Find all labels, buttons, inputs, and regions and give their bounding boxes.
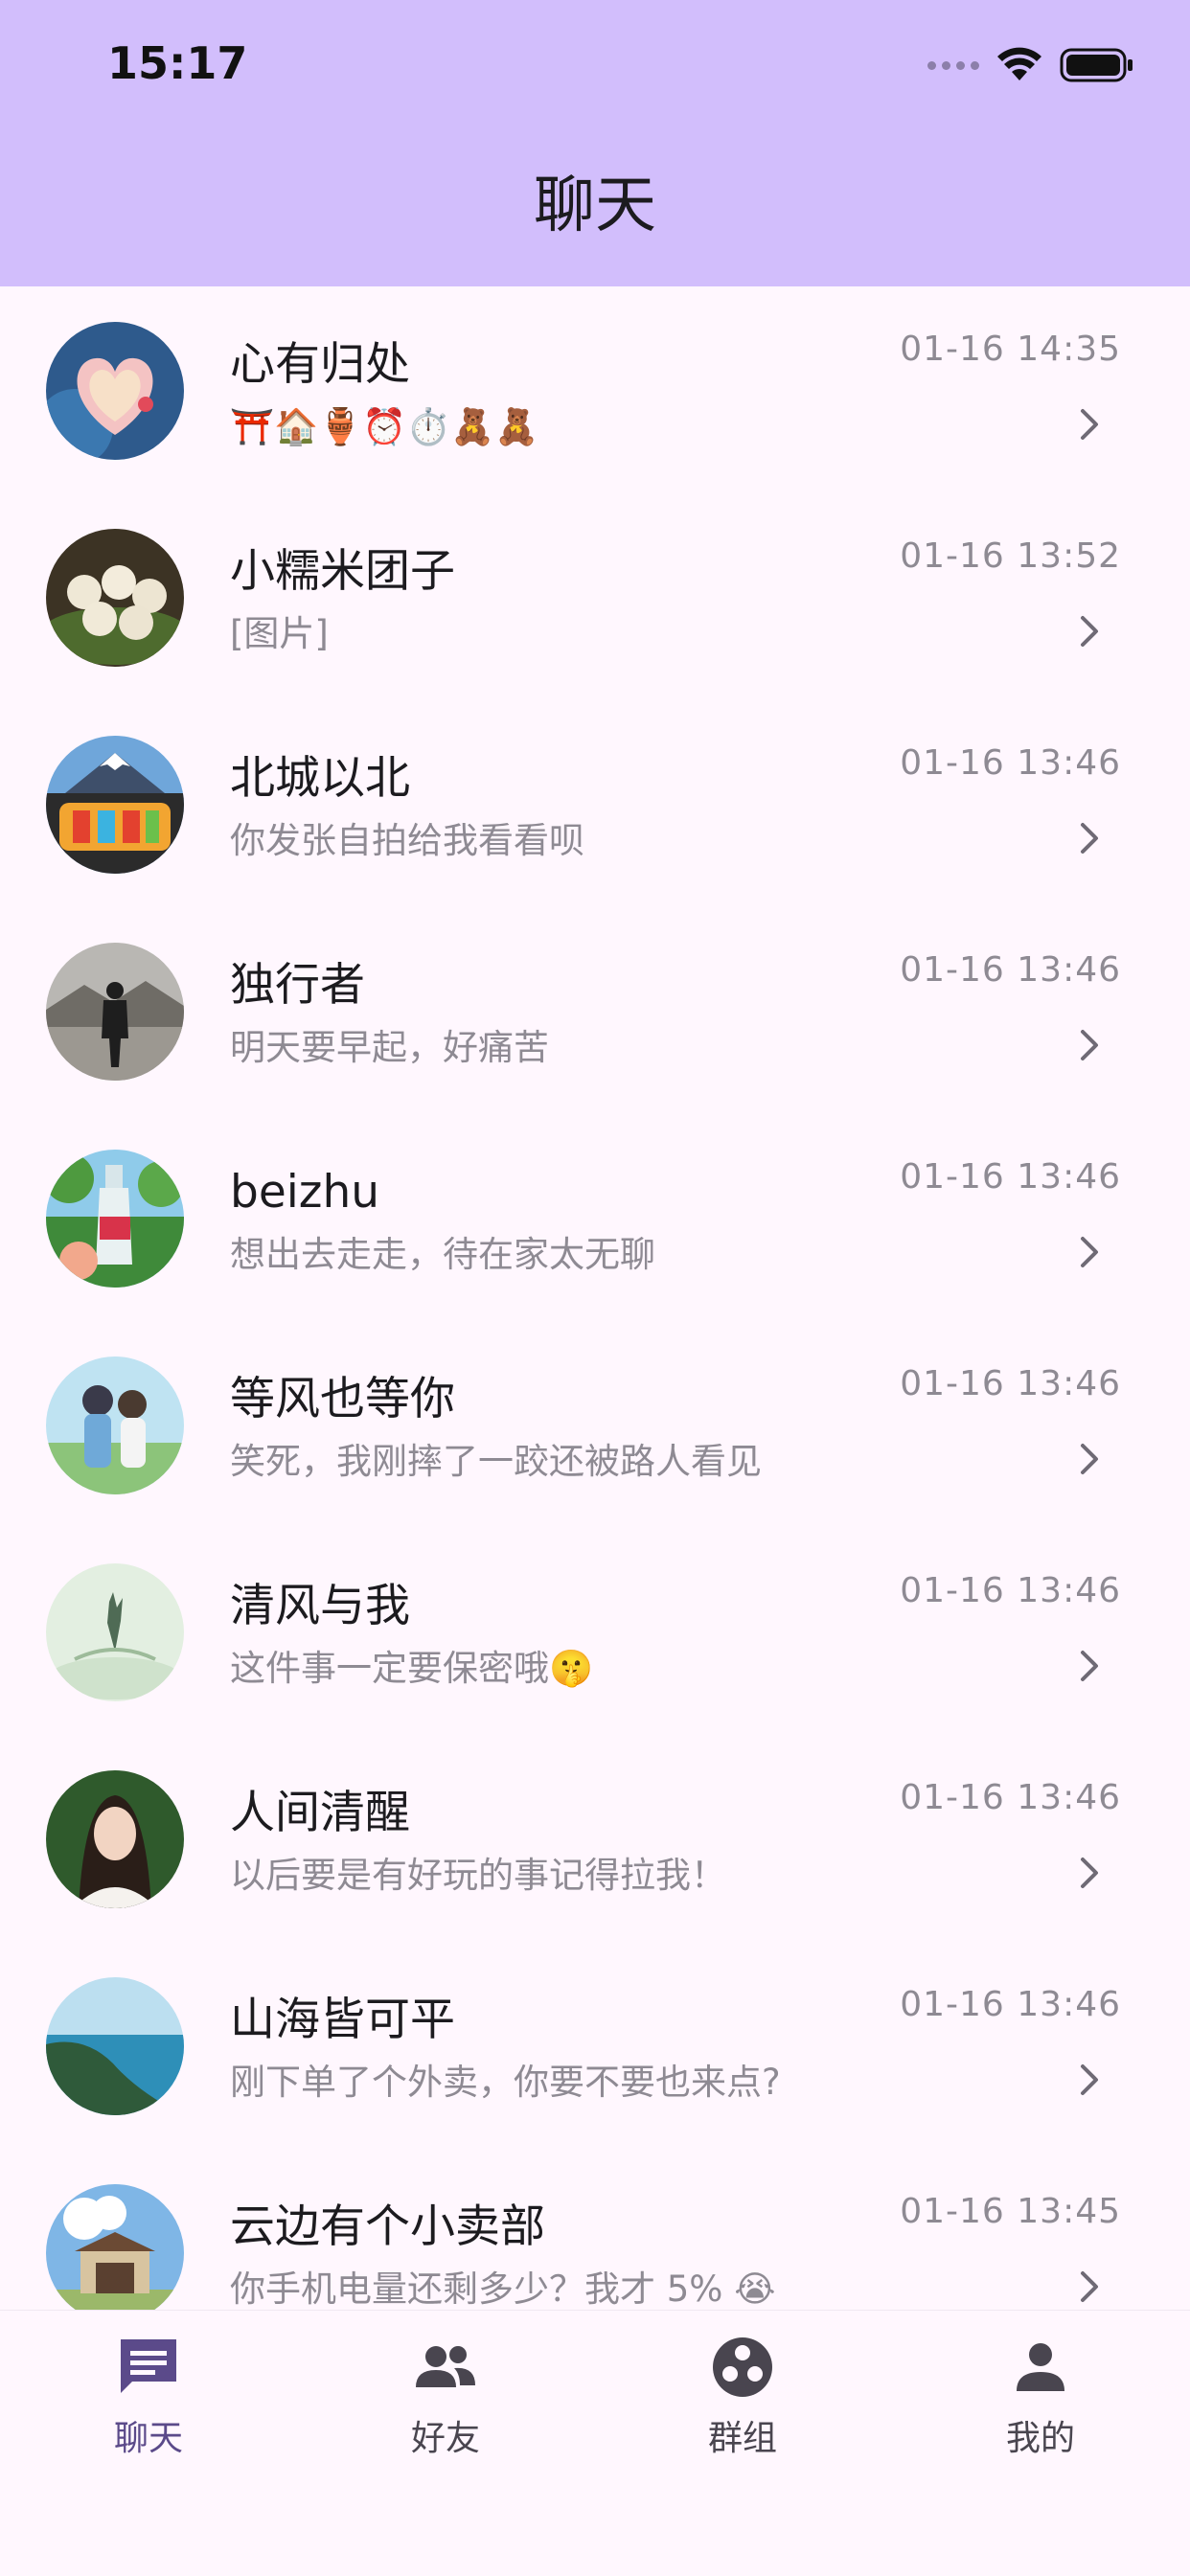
tab-groups[interactable]: 群组	[647, 2334, 838, 2460]
wifi-icon	[996, 46, 1042, 84]
chevron-right-icon	[1081, 1651, 1098, 1681]
tab-label: 我的	[1005, 2419, 1075, 2458]
chat-time: 01-16 13:46	[900, 950, 1121, 990]
chat-row[interactable]: 北城以北 你发张自拍给我看看呗 01-16 13:46	[0, 700, 1190, 907]
chat-name: 心有归处	[230, 338, 410, 391]
chat-time: 01-16 13:45	[900, 2192, 1121, 2231]
chat-name: 清风与我	[230, 1580, 410, 1632]
chat-row[interactable]: 人间清醒 以后要是有好玩的事记得拉我！ 01-16 13:46	[0, 1735, 1190, 1942]
chat-name: 北城以北	[230, 752, 410, 805]
group-icon	[713, 2337, 772, 2397]
chat-list: 心有归处 ⛩️🏠🏺⏰⏱️🧸🧸 01-16 14:35 小糯米团子 [图片] 01…	[0, 286, 1190, 2310]
chat-row[interactable]: 独行者 明天要早起，好痛苦 01-16 13:46	[0, 907, 1190, 1114]
chat-time: 01-16 13:46	[900, 1157, 1121, 1197]
app-header: 15:17 聊天	[0, 0, 1190, 286]
lone-man-avatar	[46, 943, 184, 1081]
ink-painting-avatar	[46, 1563, 184, 1701]
chat-time: 01-16 13:52	[900, 536, 1121, 576]
chat-time: 01-16 13:46	[900, 1571, 1121, 1610]
chat-row[interactable]: 等风也等你 笑死，我刚摔了一跤还被路人看见 01-16 13:46	[0, 1321, 1190, 1528]
chevron-right-icon	[1081, 1444, 1098, 1474]
chat-preview: 你发张自拍给我看看呗	[230, 820, 584, 861]
chat-row[interactable]: 山海皆可平 刚下单了个外卖，你要不要也来点? 01-16 13:46	[0, 1942, 1190, 2149]
tab-profile[interactable]: 我的	[945, 2334, 1136, 2460]
friends-icon	[416, 2346, 475, 2387]
tab-label: 群组	[707, 2419, 777, 2458]
woman-portrait-avatar	[46, 1770, 184, 1908]
chat-row[interactable]: 云边有个小卖部 你手机电量还剩多少？我才 5% 😭 01-16 13:45	[0, 2149, 1190, 2310]
chat-time: 01-16 13:46	[900, 1778, 1121, 1817]
chat-row[interactable]: 心有归处 ⛩️🏠🏺⏰⏱️🧸🧸 01-16 14:35	[0, 286, 1190, 493]
profile-icon	[1017, 2343, 1064, 2391]
tab-label: 好友	[410, 2419, 480, 2458]
chat-preview: 明天要早起，好痛苦	[230, 1027, 549, 1068]
chat-time: 01-16 14:35	[900, 330, 1121, 369]
tab-chat[interactable]: 聊天	[53, 2334, 244, 2460]
soda-bottle-avatar	[46, 1150, 184, 1288]
cellular-signal-icon	[927, 60, 979, 70]
chat-preview: 刚下单了个外卖，你要不要也来点?	[230, 2062, 781, 2103]
chat-name: 人间清醒	[230, 1787, 410, 1839]
chat-row[interactable]: beizhu 想出去走走，待在家太无聊 01-16 13:46	[0, 1114, 1190, 1321]
chat-time: 01-16 13:46	[900, 1364, 1121, 1403]
page-title: 聊天	[534, 171, 656, 241]
chevron-right-icon	[1081, 1030, 1098, 1060]
chat-preview: 想出去走走，待在家太无聊	[230, 1234, 655, 1275]
chat-name: 独行者	[230, 959, 365, 1012]
chevron-right-icon	[1081, 1237, 1098, 1267]
rice-balls-avatar	[46, 529, 184, 667]
chat-row[interactable]: 清风与我 这件事一定要保密哦🤫 01-16 13:46	[0, 1528, 1190, 1735]
heart-art-avatar	[46, 322, 184, 460]
chat-name: 云边有个小卖部	[230, 2200, 545, 2253]
battery-icon	[1060, 46, 1134, 84]
shop-avatar	[46, 2184, 184, 2310]
tab-friends[interactable]: 好友	[350, 2334, 541, 2460]
chat-preview: 笑死，我刚摔了一跤还被路人看见	[230, 1441, 762, 1482]
mountain-graffiti-avatar	[46, 736, 184, 874]
chat-time: 01-16 13:46	[900, 1985, 1121, 2024]
chat-row[interactable]: 小糯米团子 [图片] 01-16 13:52	[0, 493, 1190, 700]
chat-name: 山海皆可平	[230, 1994, 455, 2046]
status-time: 15:17	[107, 37, 248, 89]
chevron-right-icon	[1081, 1858, 1098, 1888]
chat-icon	[121, 2339, 176, 2393]
chat-preview: 这件事一定要保密哦🤫	[230, 1648, 594, 1689]
bottom-navigation: 聊天 好友 群组 我的	[0, 2310, 1190, 2576]
chat-name: 等风也等你	[230, 1373, 455, 1425]
chat-name: beizhu	[230, 1166, 380, 1219]
status-icons	[927, 42, 1134, 88]
tab-label: 聊天	[113, 2419, 183, 2458]
chat-time: 01-16 13:46	[900, 743, 1121, 783]
chevron-right-icon	[1081, 2271, 1098, 2302]
chat-preview: 你手机电量还剩多少？我才 5% 😭	[230, 2268, 776, 2310]
chevron-right-icon	[1081, 823, 1098, 854]
chevron-right-icon	[1081, 616, 1098, 647]
chat-preview: ⛩️🏠🏺⏰⏱️🧸🧸	[230, 406, 539, 447]
chat-name: 小糯米团子	[230, 545, 455, 598]
chat-preview: 以后要是有好玩的事记得拉我！	[230, 1855, 726, 1896]
chevron-right-icon	[1081, 2064, 1098, 2095]
chat-preview: [图片]	[230, 613, 329, 654]
couple-avatar	[46, 1356, 184, 1494]
coast-avatar	[46, 1977, 184, 2115]
chevron-right-icon	[1081, 409, 1098, 440]
